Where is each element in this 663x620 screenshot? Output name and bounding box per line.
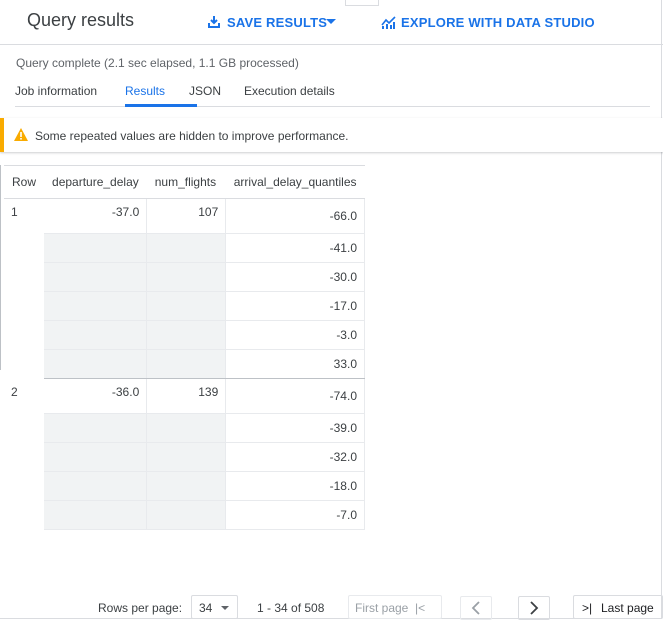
repeated-cell (44, 291, 148, 321)
table-row: -39.0 (4, 413, 365, 443)
repeated-cell (44, 442, 148, 472)
tab-json[interactable]: JSON (189, 84, 221, 98)
repeated-cell (146, 500, 227, 530)
repeated-cell (44, 320, 148, 350)
repeated-cell (44, 262, 148, 292)
table-row: 33.0 (4, 349, 365, 379)
tab-execution-details[interactable]: Execution details (244, 84, 335, 98)
arrival-delay-quantile-cell: 33.0 (225, 349, 365, 379)
arrival-delay-quantile-cell: -30.0 (225, 262, 365, 292)
explore-data-studio-button[interactable]: EXPLORE WITH DATA STUDIO (381, 13, 595, 31)
previous-page-button[interactable] (460, 596, 492, 620)
table-row: -17.0 (4, 291, 365, 321)
arrival-delay-quantile-cell: -3.0 (225, 320, 365, 350)
chevron-right-icon (530, 601, 539, 615)
active-tab-indicator (125, 104, 197, 107)
departure-delay-cell: -36.0 (44, 378, 148, 414)
last-page-icon: >| (582, 601, 593, 615)
last-page-label: Last page (601, 601, 654, 615)
repeated-cell (146, 413, 227, 443)
warning-icon (14, 128, 28, 141)
num-flights-cell: 139 (146, 378, 227, 414)
repeated-cell (44, 349, 148, 379)
table-row: 1 -37.0 107 -66.0 (4, 198, 365, 234)
dropdown-arrow-icon (221, 606, 229, 610)
tab-job-information[interactable]: Job information (15, 84, 97, 98)
arrival-delay-quantile-cell: -7.0 (225, 500, 365, 530)
arrival-delay-quantile-cell: -41.0 (225, 233, 365, 263)
repeated-cell (44, 500, 148, 530)
pagination-bar: Rows per page: 34 1 - 34 of 508 First pa… (0, 593, 663, 620)
save-results-dropdown-icon[interactable] (326, 19, 336, 24)
results-header: Query results SAVE RESULTS EXPLORE WITH … (0, 0, 663, 45)
arrival-delay-quantile-cell: -18.0 (225, 471, 365, 501)
results-tabs: Job information Results JSON Execution d… (15, 76, 650, 107)
data-studio-icon (381, 16, 396, 29)
warning-message: Some repeated values are hidden to impro… (35, 129, 349, 143)
first-page-button[interactable]: First page |< (348, 595, 442, 619)
tab-results[interactable]: Results (125, 84, 165, 98)
page-title: Query results (27, 10, 135, 30)
page-range: 1 - 34 of 508 (257, 601, 325, 615)
download-icon (208, 16, 220, 28)
first-page-label: First page (355, 601, 409, 615)
table-row: -30.0 (4, 262, 365, 292)
repeated-cell (44, 233, 148, 263)
num-flights-cell: 107 (146, 198, 227, 234)
column-header-row[interactable]: Row (4, 165, 45, 199)
last-page-button[interactable]: >| Last page (573, 595, 663, 619)
repeated-cell (146, 349, 227, 379)
departure-delay-cell: -37.0 (44, 198, 148, 234)
repeated-cell (146, 291, 227, 321)
panel-resize-handle[interactable] (345, 0, 379, 6)
repeated-cell (146, 442, 227, 472)
column-header-departure-delay[interactable]: departure_delay (44, 165, 147, 199)
table-row: -3.0 (4, 320, 365, 350)
arrival-delay-quantile-cell: -74.0 (225, 378, 365, 414)
arrival-delay-quantile-cell: -32.0 (225, 442, 365, 472)
repeated-cell (146, 320, 227, 350)
arrival-delay-quantile-cell: -17.0 (225, 291, 365, 321)
table-row: -18.0 (4, 471, 365, 501)
repeated-cell (44, 471, 148, 501)
repeated-cell (146, 262, 227, 292)
first-page-icon: |< (415, 601, 426, 615)
repeated-cell (146, 471, 227, 501)
warning-banner: Some repeated values are hidden to impro… (0, 118, 663, 152)
repeated-cell (44, 413, 148, 443)
row-selection-stripe (0, 165, 1, 370)
column-header-num-flights[interactable]: num_flights (146, 165, 226, 199)
results-table: Row departure_delay num_flights arrival_… (4, 165, 365, 530)
table-row: -7.0 (4, 500, 365, 530)
table-row: -32.0 (4, 442, 365, 472)
arrival-delay-quantile-cell: -39.0 (225, 413, 365, 443)
table-row: -41.0 (4, 233, 365, 263)
rows-per-page-select[interactable]: 34 (191, 595, 238, 619)
chevron-left-icon (471, 601, 480, 615)
arrival-delay-quantile-cell: -66.0 (225, 198, 365, 234)
save-results-label: SAVE RESULTS (227, 14, 328, 30)
table-row: 2 -36.0 139 -74.0 (4, 378, 365, 414)
column-header-arrival-delay-quantiles[interactable]: arrival_delay_quantiles (225, 165, 365, 199)
query-status: Query complete (2.1 sec elapsed, 1.1 GB … (16, 56, 299, 70)
repeated-cell (146, 233, 227, 263)
next-page-button[interactable] (518, 596, 550, 620)
rows-per-page-label: Rows per page: (98, 601, 183, 615)
save-results-button[interactable]: SAVE RESULTS (207, 13, 327, 31)
row-number: 1 (11, 205, 18, 219)
rows-per-page-value: 34 (199, 601, 213, 615)
row-number: 2 (11, 384, 18, 399)
table-header-row: Row departure_delay num_flights arrival_… (4, 165, 365, 199)
explore-data-studio-label: EXPLORE WITH DATA STUDIO (401, 14, 595, 30)
